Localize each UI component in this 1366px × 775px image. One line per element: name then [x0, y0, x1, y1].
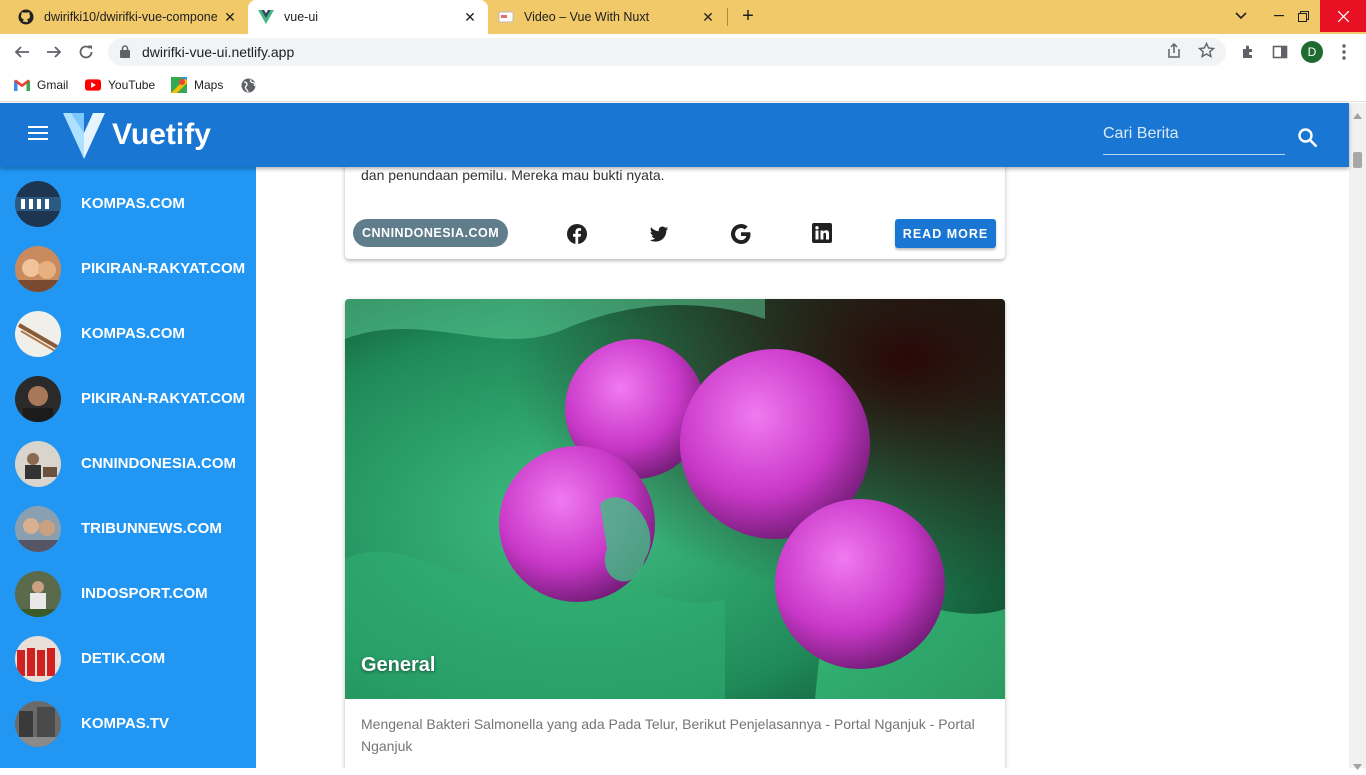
- drawer-item-cnnindonesia[interactable]: CNNINDONESIA.COM: [0, 431, 256, 496]
- close-window-icon[interactable]: [1320, 0, 1366, 32]
- forward-icon[interactable]: [42, 40, 66, 64]
- menu-icon[interactable]: [28, 125, 52, 145]
- gmail-icon: [14, 77, 30, 93]
- avatar: [15, 505, 61, 552]
- bookmark-label: Maps: [194, 78, 224, 92]
- drawer-item-label: KOMPAS.COM: [81, 195, 185, 212]
- news-feed: dan penundaan pemilu. Mereka mau bukti n…: [256, 167, 1349, 768]
- share-icon[interactable]: [1166, 42, 1182, 64]
- search-icon[interactable]: [1298, 128, 1318, 153]
- close-tab-icon[interactable]: ✕: [700, 9, 716, 26]
- bookmark-star-icon[interactable]: [1197, 41, 1216, 64]
- card-text: dan penundaan pemilu. Mereka mau bukti n…: [361, 167, 665, 183]
- twitter-icon[interactable]: [648, 223, 670, 245]
- avatar: [15, 245, 61, 292]
- bookmarks-bar: Gmail YouTube Maps: [0, 70, 1366, 102]
- drawer-item-label: KOMPAS.COM: [81, 325, 185, 342]
- extensions-icon[interactable]: [1236, 40, 1260, 64]
- search-input[interactable]: [1103, 125, 1283, 143]
- avatar: [15, 570, 61, 617]
- news-card: dan penundaan pemilu. Mereka mau bukti n…: [345, 167, 1005, 259]
- menu-dots-icon[interactable]: [1332, 40, 1356, 64]
- tab-title: Video – Vue With Nuxt: [524, 10, 650, 24]
- read-more-button[interactable]: READ MORE: [895, 219, 996, 248]
- address-bar[interactable]: dwirifki-vue-ui.netlify.app: [108, 38, 1226, 66]
- close-tab-icon[interactable]: ✕: [462, 9, 478, 26]
- card-category: General: [361, 654, 436, 676]
- new-tab-icon[interactable]: +: [737, 5, 759, 27]
- bookmark-youtube[interactable]: YouTube: [85, 77, 155, 93]
- drawer-item-label: KOMPAS.TV: [81, 715, 170, 732]
- tab-vue-ui[interactable]: vue-ui ✕: [248, 0, 488, 34]
- google-icon[interactable]: [730, 223, 752, 245]
- drawer-item-kompas[interactable]: KOMPAS.COM: [0, 301, 256, 366]
- video-icon: [498, 9, 514, 25]
- back-icon[interactable]: [10, 40, 34, 64]
- tab-strip: dwirifki10/dwirifki-vue-compone ✕ vue-ui…: [0, 0, 1366, 34]
- browser-toolbar: dwirifki-vue-ui.netlify.app D: [0, 34, 1366, 70]
- avatar: [15, 635, 61, 682]
- bookmark-label: YouTube: [108, 78, 156, 92]
- close-tab-icon[interactable]: ✕: [222, 9, 238, 26]
- navigation-drawer: KOMPAS.COM PIKIRAN-RAKYAT.COM KOMPAS.COM…: [0, 167, 256, 768]
- tab-search-icon[interactable]: [1221, 0, 1261, 32]
- tab-video[interactable]: Video – Vue With Nuxt ✕: [488, 0, 726, 34]
- vue-icon: [258, 9, 274, 25]
- avatar: [15, 700, 61, 747]
- vuetify-logo-icon: [63, 111, 105, 164]
- drawer-item-label: PIKIRAN-RAKYAT.COM: [81, 260, 246, 277]
- drawer-item-kompas-tv[interactable]: KOMPAS.TV: [0, 691, 256, 756]
- scroll-down-icon[interactable]: [1353, 757, 1362, 775]
- app-bar: Vuetify: [0, 103, 1349, 167]
- tab-divider: [727, 8, 728, 26]
- reload-icon[interactable]: [74, 40, 98, 64]
- bookmark-web[interactable]: [240, 77, 263, 93]
- scroll-up-icon[interactable]: [1353, 106, 1362, 124]
- side-panel-icon[interactable]: [1268, 40, 1292, 64]
- bookmark-label: Gmail: [37, 78, 69, 92]
- news-card[interactable]: General Mengenal Bakteri Salmonella yang…: [345, 299, 1005, 768]
- restore-icon[interactable]: [1283, 0, 1323, 32]
- drawer-item-indosport[interactable]: INDOSPORT.COM: [0, 561, 256, 626]
- avatar: [15, 180, 61, 227]
- bookmark-maps[interactable]: Maps: [171, 77, 223, 93]
- avatar: [15, 375, 61, 422]
- tab-title: dwirifki10/dwirifki-vue-compone: [44, 10, 218, 24]
- url-text: dwirifki-vue-ui.netlify.app: [142, 44, 295, 60]
- avatar: [15, 310, 61, 357]
- drawer-item-label: DETIK.COM: [81, 650, 166, 667]
- drawer-item-label: TRIBUNNEWS.COM: [81, 520, 222, 537]
- youtube-icon: [85, 77, 101, 93]
- linkedin-icon[interactable]: [812, 223, 834, 245]
- tab-github[interactable]: dwirifki10/dwirifki-vue-compone ✕: [8, 0, 248, 34]
- profile-avatar[interactable]: D: [1301, 41, 1323, 63]
- page-scrollbar[interactable]: [1349, 103, 1366, 770]
- drawer-item-pikiran-rakyat[interactable]: PIKIRAN-RAKYAT.COM: [0, 366, 256, 431]
- tab-title: vue-ui: [284, 10, 319, 24]
- globe-icon: [240, 77, 256, 93]
- profile-initial: D: [1307, 45, 1317, 59]
- drawer-item-kompas[interactable]: KOMPAS.COM: [0, 171, 256, 236]
- source-chip[interactable]: CNNINDONESIA.COM: [353, 219, 509, 247]
- scroll-thumb[interactable]: [1353, 152, 1362, 168]
- card-text: Mengenal Bakteri Salmonella yang ada Pad…: [361, 716, 975, 754]
- drawer-item-tribunnews[interactable]: TRIBUNNEWS.COM: [0, 496, 256, 561]
- search-field[interactable]: [1103, 125, 1285, 155]
- drawer-item-detik[interactable]: DETIK.COM: [0, 626, 256, 691]
- drawer-item-label: INDOSPORT.COM: [81, 585, 208, 602]
- drawer-item-pikiran-rakyat[interactable]: PIKIRAN-RAKYAT.COM: [0, 236, 256, 301]
- app-brand: Vuetify: [112, 118, 211, 151]
- news-image[interactable]: General: [345, 299, 1005, 699]
- facebook-icon[interactable]: [566, 223, 588, 245]
- lock-icon[interactable]: [120, 45, 130, 63]
- avatar: [15, 440, 61, 487]
- maps-icon: [171, 77, 187, 93]
- drawer-item-label: CNNINDONESIA.COM: [81, 455, 237, 472]
- github-icon: [18, 9, 34, 25]
- bookmark-gmail[interactable]: Gmail: [14, 77, 68, 93]
- drawer-item-label: PIKIRAN-RAKYAT.COM: [81, 390, 246, 407]
